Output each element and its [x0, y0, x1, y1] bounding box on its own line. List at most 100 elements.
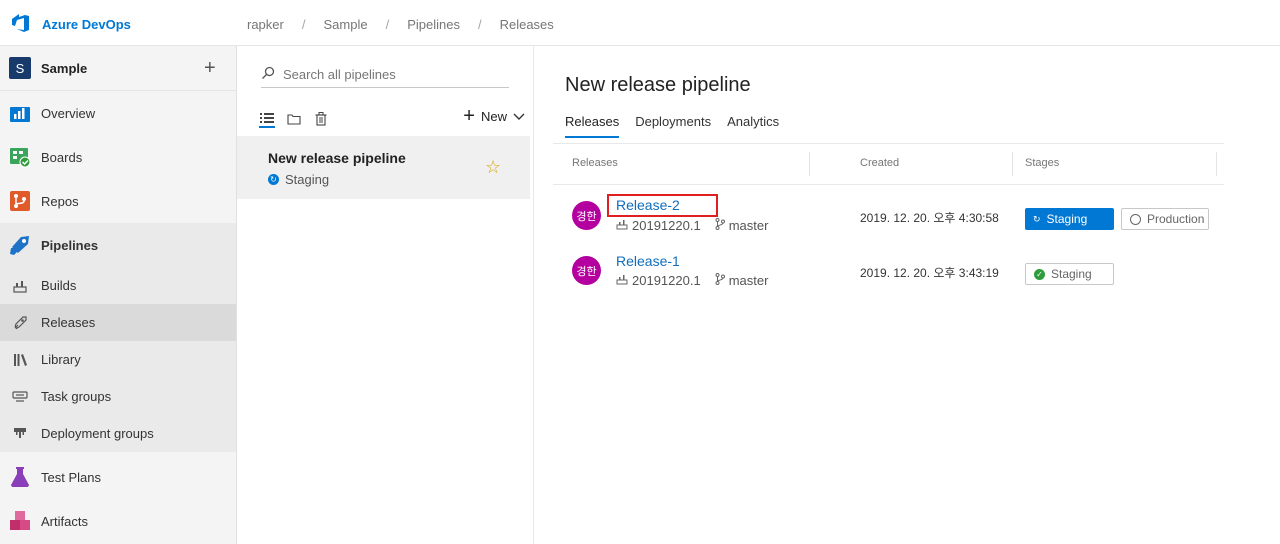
table-row[interactable]: 경한 Release-2 20191220.1 master 2019. 12.… — [553, 188, 1224, 243]
search-input[interactable]: Search all pipelines — [261, 62, 509, 88]
avatar: 경한 — [572, 256, 601, 285]
plus-icon: + — [463, 105, 475, 127]
sidebar-item-overview[interactable]: Overview — [0, 91, 236, 135]
new-button-label: New — [480, 108, 507, 124]
sidebar-item-label: Artifacts — [41, 513, 88, 529]
tab-analytics[interactable]: Analytics — [727, 114, 779, 138]
column-header-stages: Stages — [1025, 157, 1060, 169]
sidebar-item-deployment-groups[interactable]: Deployment groups — [0, 415, 236, 452]
artifacts-icon — [9, 510, 31, 532]
rocket-icon — [11, 314, 29, 332]
sidebar-item-task-groups[interactable]: Task groups — [0, 378, 236, 415]
sidebar-item-label: Boards — [41, 149, 83, 165]
release-link[interactable]: Release-2 — [607, 194, 718, 217]
build-icon — [616, 274, 628, 288]
sidebar-item-pipelines[interactable]: Pipelines — [0, 223, 236, 267]
column-separator — [809, 152, 810, 176]
breadcrumb-item-pipelines[interactable]: Pipelines — [407, 17, 460, 32]
breadcrumb-separator: / — [301, 17, 306, 32]
sidebar-item-label: Library — [41, 352, 81, 367]
pipeline-status-label: Staging — [285, 172, 330, 187]
build-number: 20191220.1 — [632, 273, 701, 288]
stage-badge-staging[interactable]: ↻ Staging — [1025, 208, 1114, 230]
avatar: 경한 — [572, 201, 601, 230]
sidebar-item-releases[interactable]: Releases — [0, 304, 236, 341]
main-content: New release pipeline Releases Deployment… — [535, 46, 1280, 544]
branch-icon — [715, 273, 725, 288]
overview-icon — [9, 102, 31, 124]
breadcrumb-item-project[interactable]: Sample — [323, 17, 367, 32]
add-icon[interactable]: + — [204, 58, 216, 78]
sidebar-item-test-plans[interactable]: Test Plans — [0, 455, 236, 499]
sidebar-item-library[interactable]: Library — [0, 341, 236, 378]
search-icon — [261, 66, 275, 83]
boards-icon — [9, 146, 31, 168]
breadcrumb-item-org[interactable]: rapker — [247, 17, 284, 32]
build-icon — [616, 219, 628, 233]
top-bar: Azure DevOps rapker / Sample / Pipelines… — [0, 0, 1280, 46]
stage-name: Staging — [1046, 212, 1088, 226]
not-started-icon — [1130, 213, 1141, 225]
pipeline-list-pane: Search all pipelines + New New release p… — [237, 46, 534, 544]
sidebar-item-repos[interactable]: Repos — [0, 179, 236, 223]
release-link[interactable]: Release-1 — [616, 253, 680, 269]
sidebar-item-label: Overview — [41, 105, 96, 121]
search-placeholder: Search all pipelines — [283, 67, 396, 82]
divider — [553, 143, 1224, 144]
column-header-releases: Releases — [572, 157, 618, 169]
sidebar-item-label: Releases — [41, 315, 96, 330]
chevron-down-icon — [513, 109, 525, 124]
stage-badge-production[interactable]: Production — [1121, 208, 1209, 230]
sidebar-item-label: Task groups — [41, 389, 112, 404]
azure-devops-logo[interactable]: Azure DevOps — [10, 12, 131, 37]
new-button[interactable]: + New — [463, 105, 525, 127]
pipeline-list-item[interactable]: New release pipeline ↻ Staging ☆ — [237, 136, 530, 199]
table-row[interactable]: 경한 Release-1 20191220.1 master 2019. 12.… — [553, 243, 1224, 298]
column-separator — [1012, 152, 1013, 176]
project-header[interactable]: S Sample + — [0, 46, 236, 91]
library-icon — [11, 351, 29, 369]
pipeline-name: New release pipeline — [268, 150, 406, 166]
sidebar-item-label: Repos — [41, 193, 79, 209]
tab-deployments[interactable]: Deployments — [635, 114, 711, 138]
column-header-created: Created — [860, 157, 900, 169]
project-avatar: S — [9, 57, 31, 79]
builds-icon — [11, 277, 29, 295]
column-separator — [1216, 152, 1217, 176]
build-number: 20191220.1 — [632, 218, 701, 233]
release-meta: 20191220.1 master — [616, 218, 768, 233]
stage-name: Production — [1147, 212, 1205, 226]
breadcrumb-item-releases[interactable]: Releases — [500, 17, 554, 32]
page-title: New release pipeline — [565, 74, 751, 96]
divider — [553, 184, 1224, 185]
trash-icon[interactable] — [313, 110, 329, 128]
folder-icon[interactable] — [286, 110, 302, 128]
check-icon: ✓ — [1034, 268, 1045, 280]
tab-releases[interactable]: Releases — [565, 114, 620, 138]
sidebar-item-builds[interactable]: Builds — [0, 267, 236, 304]
branch-icon — [715, 218, 725, 233]
deployment-groups-icon — [11, 425, 29, 443]
sidebar-item-boards[interactable]: Boards — [0, 135, 236, 179]
sidebar-item-label: Pipelines — [41, 237, 99, 253]
branch-name: master — [728, 273, 769, 288]
test-plans-icon — [9, 466, 31, 488]
pipelines-icon — [9, 234, 31, 256]
stage-badge-staging[interactable]: ✓ Staging — [1025, 263, 1114, 285]
breadcrumb-separator: / — [385, 17, 390, 32]
breadcrumb: rapker / Sample / Pipelines / Releases — [247, 17, 554, 32]
pipeline-status: ↻ Staging — [268, 172, 329, 187]
sidebar-item-label: Builds — [41, 278, 77, 293]
task-groups-icon — [11, 388, 29, 406]
release-meta: 20191220.1 master — [616, 273, 768, 288]
sidebar-item-label: Test Plans — [41, 469, 101, 485]
stage-name: Staging — [1051, 267, 1092, 281]
star-icon[interactable]: ☆ — [485, 157, 501, 178]
azure-devops-icon — [10, 12, 32, 37]
project-name: Sample — [41, 60, 88, 76]
repos-icon — [9, 190, 31, 212]
created-date: 2019. 12. 20. 오후 3:43:19 — [860, 266, 999, 280]
in-progress-icon: ↻ — [1033, 213, 1041, 224]
list-view-icon[interactable] — [259, 110, 275, 128]
sidebar-item-artifacts[interactable]: Artifacts — [0, 499, 236, 543]
